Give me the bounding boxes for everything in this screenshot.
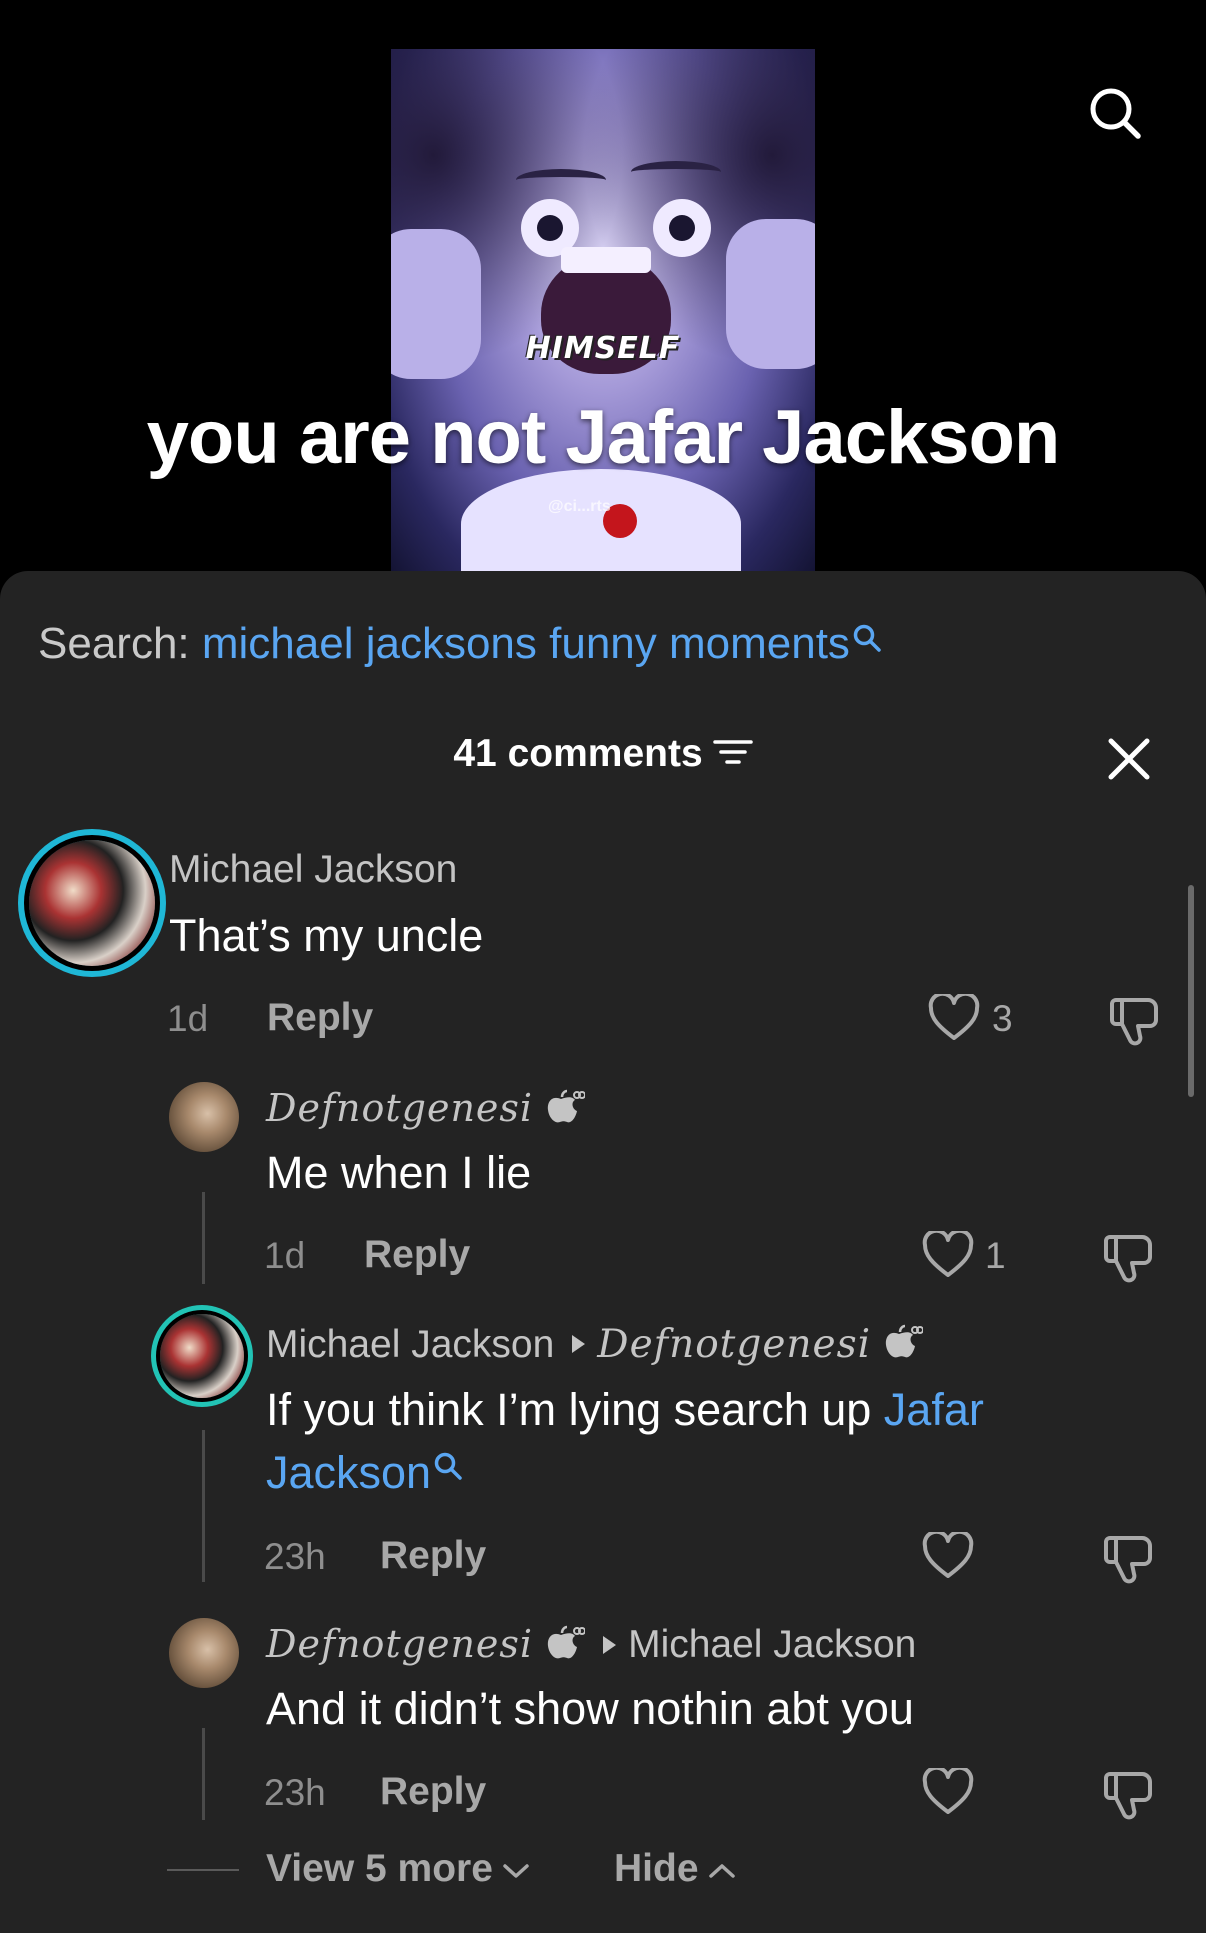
comments-count-header: 41 comments (0, 732, 1206, 778)
like-count: 3 (992, 998, 1013, 1039)
video-watermark: @ci...rts (548, 498, 611, 515)
search-link[interactable]: Jafar (884, 1384, 984, 1435)
reply-button[interactable]: Reply (380, 1534, 486, 1578)
comments-count: 41 comments (453, 732, 703, 775)
reply-arrow-icon (603, 1635, 617, 1654)
view-more-label: View 5 more (266, 1847, 493, 1890)
comment-text: That’s my uncle (169, 910, 484, 961)
video-overlay-label: HIMSELF (525, 331, 681, 366)
hide-label: Hide (614, 1847, 699, 1890)
username-text: Defnotgenesi (266, 1622, 534, 1666)
scrollbar[interactable] (1188, 885, 1194, 1097)
video-caption: you are not Jafar Jackson (146, 395, 1061, 480)
sort-icon[interactable] (712, 734, 753, 778)
heart-icon[interactable] (922, 1529, 974, 1585)
thread-divider (167, 1869, 239, 1871)
search-suggestion-query[interactable]: michael jacksons funny moments (202, 619, 850, 668)
comment-username[interactable]: Defnotgenesi (266, 1086, 587, 1134)
avatar[interactable] (29, 840, 155, 966)
comment-text-plain: If you think I’m lying search up (266, 1384, 884, 1435)
video-frame: @ci...rts (391, 49, 815, 580)
apple-emoji-icon (545, 1089, 587, 1134)
avatar[interactable] (169, 1618, 239, 1688)
heart-icon[interactable] (922, 1765, 974, 1821)
close-icon[interactable] (1105, 735, 1153, 783)
search-icon (434, 1452, 462, 1480)
chevron-down-icon (503, 1863, 529, 1878)
thumbs-down-icon[interactable] (1102, 1534, 1154, 1589)
heart-icon[interactable] (928, 991, 980, 1047)
hide-button[interactable]: Hide (614, 1847, 737, 1891)
thread-line (202, 1728, 205, 1820)
reply-button[interactable]: Reply (364, 1233, 470, 1277)
like-count: 1 (985, 1235, 1006, 1276)
comment-time: 1d (167, 998, 209, 1039)
comment-text-line-2: Jackson (266, 1447, 463, 1499)
search-icon (853, 624, 881, 652)
thumbs-down-icon[interactable] (1108, 996, 1160, 1051)
thumbs-down-icon[interactable] (1102, 1233, 1154, 1288)
comment-time: 23h (264, 1536, 326, 1577)
comment-time: 1d (264, 1235, 306, 1276)
reply-button[interactable]: Reply (380, 1770, 486, 1814)
apple-emoji-icon (883, 1324, 925, 1370)
apple-emoji-icon (545, 1625, 587, 1670)
comment-text: Me when I lie (266, 1147, 532, 1198)
view-more-button[interactable]: View 5 more (266, 1847, 531, 1891)
search-link[interactable]: Jackson (266, 1447, 431, 1498)
avatar[interactable] (169, 1082, 239, 1152)
avatar[interactable] (160, 1314, 244, 1398)
thread-line (202, 1192, 205, 1284)
reply-to-username[interactable]: Michael Jackson (628, 1623, 916, 1666)
username-text: Michael Jackson (266, 1323, 555, 1366)
search-suggestion[interactable]: Search: michael jacksons funny moments (38, 619, 882, 669)
heart-icon[interactable] (922, 1228, 974, 1284)
video-player[interactable]: @ci...rts HIMSELF you are not Jafar Jack… (0, 0, 1206, 580)
comment-username[interactable]: Michael Jackson (169, 848, 457, 892)
right-eye (653, 199, 711, 257)
reply-arrow-icon (572, 1334, 586, 1353)
teeth (561, 247, 651, 273)
comment-text: If you think I’m lying search up Jafar (266, 1384, 984, 1436)
thread-line (202, 1430, 205, 1582)
reply-to-username[interactable]: Defnotgenesi (597, 1322, 871, 1367)
thumbs-down-icon[interactable] (1102, 1770, 1154, 1825)
collar (461, 469, 741, 579)
chevron-up-icon (708, 1863, 735, 1878)
username-text: Defnotgenesi (266, 1086, 534, 1130)
comment-text: And it didn’t show nothin abt you (266, 1683, 914, 1734)
search-suggestion-prefix: Search: (38, 619, 202, 668)
comment-username[interactable]: Defnotgenesi Michael Jackson (266, 1622, 916, 1670)
reply-button[interactable]: Reply (267, 996, 373, 1040)
left-brow (516, 169, 606, 191)
search-icon[interactable] (1088, 86, 1142, 140)
comment-username[interactable]: Michael Jackson Defnotgenesi (266, 1322, 925, 1370)
right-brow (631, 161, 721, 183)
comment-time: 23h (264, 1772, 326, 1813)
